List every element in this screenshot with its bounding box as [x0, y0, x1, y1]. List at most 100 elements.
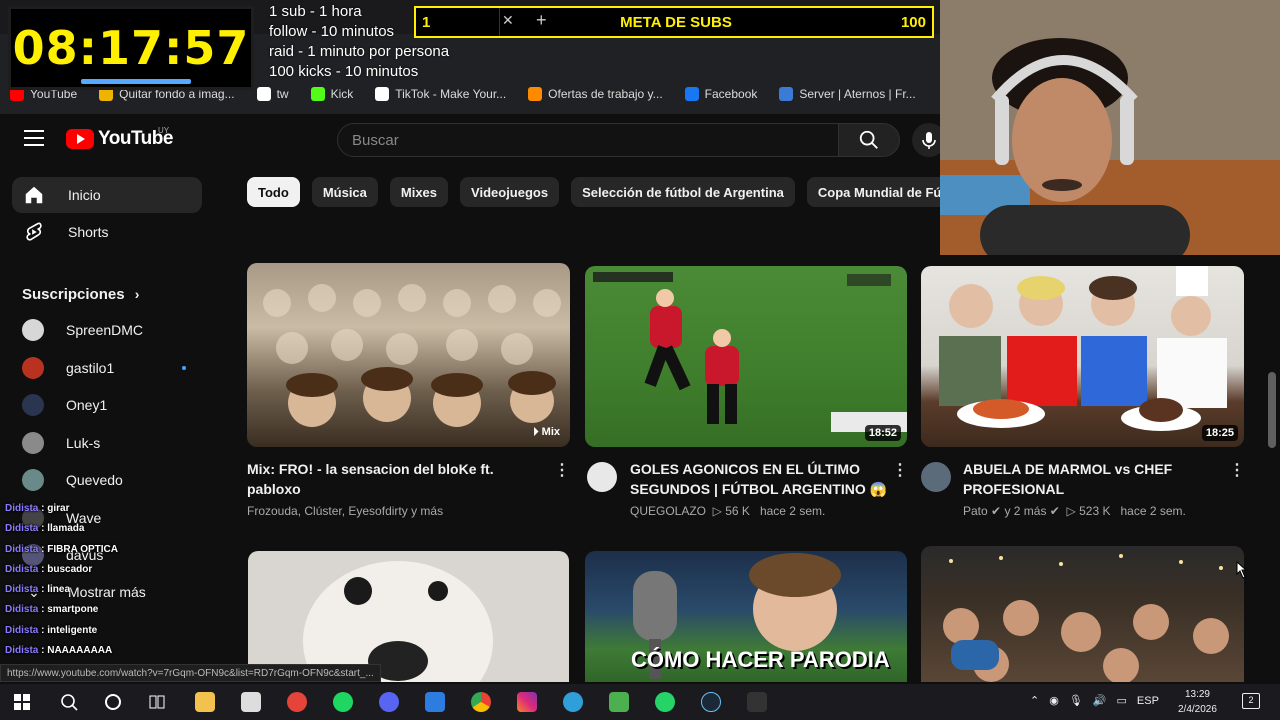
bookmark-item[interactable]: Server | Aternos | Fr...	[779, 87, 916, 101]
filter-chip[interactable]: Copa Mundial de Fútbol	[806, 177, 940, 207]
chevron-up-icon[interactable]: ⌃	[1030, 694, 1039, 707]
chat-message: Didista : llamada	[5, 519, 121, 539]
shorts-icon	[22, 220, 46, 244]
sub-goal-target: 100	[900, 13, 926, 31]
microphone-icon[interactable]: 🎙	[1069, 694, 1083, 707]
video-thumbnail[interactable]: 18:25	[921, 266, 1244, 447]
store-icon[interactable]	[425, 692, 445, 712]
chat-separator: :	[38, 604, 48, 616]
close-tab-icon[interactable]: ✕	[502, 12, 514, 29]
chat-username: Didista	[5, 604, 39, 616]
windows-start-icon[interactable]	[14, 694, 30, 710]
sidebar-item-shorts[interactable]: Shorts	[12, 214, 202, 250]
bookmark-label: Server | Aternos | Fr...	[799, 87, 916, 101]
volume-icon[interactable]: 🔊	[1093, 694, 1107, 707]
bookmark-label: Facebook	[704, 87, 758, 101]
sidebar-item-home[interactable]: Inicio	[12, 177, 202, 213]
chat-message: Didista : inteligente	[5, 621, 121, 641]
chat-text: inteligente	[47, 624, 98, 636]
minecraft-icon[interactable]	[609, 692, 629, 712]
video-title[interactable]: Mix: FRO! - la sensacion del bloKe ft. p…	[247, 459, 547, 499]
youtube-play-icon	[66, 129, 94, 149]
instagram-icon[interactable]	[517, 692, 537, 712]
chat-text: girar	[47, 503, 70, 514]
channel-name[interactable]: Pato	[963, 504, 988, 518]
video-duration: 18:25	[1201, 425, 1238, 441]
channel-avatar[interactable]	[587, 462, 617, 492]
whatsapp-icon[interactable]	[655, 692, 675, 712]
video-title[interactable]: GOLES AGONICOS EN EL ÚLTIMO SEGUNDOS | F…	[630, 459, 892, 499]
filter-chip[interactable]: Videojuegos	[460, 177, 560, 207]
notification-center-icon[interactable]: 2	[1242, 693, 1260, 709]
cortana-icon[interactable]	[104, 693, 122, 711]
view-count: 56 K	[725, 504, 750, 518]
video-title[interactable]: ABUELA DE MARMOL vs CHEF PROFESIONAL	[963, 459, 1225, 499]
search-button[interactable]	[838, 123, 900, 157]
subscription-item[interactable]: Luk-s	[12, 425, 202, 461]
filter-chip[interactable]: Música	[311, 177, 378, 207]
rule-line: raid - 1 minuto por persona	[269, 43, 450, 60]
subscription-item[interactable]: Quevedo	[12, 462, 202, 498]
party-image	[943, 554, 1229, 682]
language-indicator[interactable]: ESP	[1137, 695, 1159, 707]
webcam-feed	[940, 0, 1280, 255]
video-thumbnail[interactable]	[921, 546, 1244, 682]
task-view-icon[interactable]	[148, 693, 166, 711]
bookmark-item[interactable]: Ofertas de trabajo y...	[528, 87, 663, 101]
timer-bar	[81, 79, 191, 84]
subscription-item[interactable]: gastilo1	[12, 350, 202, 386]
video-thumbnail[interactable]: 18:52	[585, 266, 907, 447]
video-thumbnail[interactable]: ⏵ Mix	[247, 263, 570, 447]
chrome-icon[interactable]	[471, 692, 491, 712]
collab-count[interactable]: y 2 más	[1004, 504, 1046, 518]
channel-avatar[interactable]	[921, 462, 951, 492]
subscription-item[interactable]: SpreenDMC	[12, 312, 202, 348]
timer-value: 08:17:57	[12, 21, 250, 75]
filter-chip[interactable]: Mixes	[389, 177, 449, 207]
new-tab-icon[interactable]: +	[536, 10, 547, 31]
more-options-icon[interactable]: ⋮	[554, 460, 571, 480]
chef-image	[939, 266, 1227, 431]
youtube-logo[interactable]: YouTube	[66, 128, 173, 150]
chat-text: FIBRA OPTICA	[47, 543, 118, 555]
bookmark-favicon-icon	[375, 87, 390, 101]
monitor-icon[interactable]: ▭	[1117, 694, 1127, 707]
bookmark-favicon-icon	[684, 87, 699, 101]
search-icon	[859, 130, 878, 149]
obs-icon[interactable]	[287, 692, 307, 712]
discord-icon[interactable]	[379, 692, 399, 712]
bookmark-item[interactable]: Kick	[310, 87, 353, 101]
network-icon[interactable]: ◉	[1049, 694, 1059, 707]
notification-count: 2	[1248, 695, 1254, 705]
spotify-icon[interactable]	[333, 692, 353, 712]
video-thumbnail[interactable]	[248, 551, 569, 682]
chat-separator: :	[38, 543, 48, 555]
file-explorer-icon[interactable]	[195, 692, 215, 712]
menu-icon[interactable]	[24, 130, 44, 146]
chat-text: NAAAAAAAA	[47, 645, 113, 657]
search-input[interactable]: Buscar	[337, 123, 839, 157]
chat-separator: :	[38, 645, 48, 657]
steam-icon[interactable]	[701, 692, 721, 712]
snipping-tool-icon[interactable]	[241, 692, 261, 712]
bookmark-item[interactable]: Facebook	[684, 87, 758, 101]
video-channels[interactable]: Frozouda, Clúster, Eyesofdirty y más	[247, 504, 443, 518]
chat-separator: :	[38, 503, 48, 514]
epic-games-icon[interactable]	[747, 692, 767, 712]
filter-chip[interactable]: Todo	[247, 177, 300, 207]
bookmark-item[interactable]: tw	[256, 87, 289, 101]
subscriptions-header[interactable]: Suscripciones ›	[22, 286, 139, 303]
filter-chip[interactable]: Selección de fútbol de Argentina	[571, 177, 795, 207]
channel-name[interactable]: QUEGOLAZO	[630, 504, 706, 518]
subscriptions-label: Suscripciones	[22, 286, 125, 303]
subscription-item[interactable]: Oney1	[12, 387, 202, 423]
video-thumbnail[interactable]: CÓMO HACER PARODIA	[585, 551, 907, 682]
search-icon[interactable]	[60, 693, 78, 711]
page-scrollbar[interactable]	[1268, 372, 1276, 448]
bookmark-item[interactable]: TikTok - Make Your...	[375, 87, 506, 101]
edge-icon[interactable]	[563, 692, 583, 712]
clock[interactable]: 13:29 2/4/2026	[1178, 687, 1217, 717]
chat-message: Didista : linea	[5, 580, 121, 600]
more-options-icon[interactable]: ⋮	[892, 460, 909, 480]
more-options-icon[interactable]: ⋮	[1229, 460, 1246, 480]
